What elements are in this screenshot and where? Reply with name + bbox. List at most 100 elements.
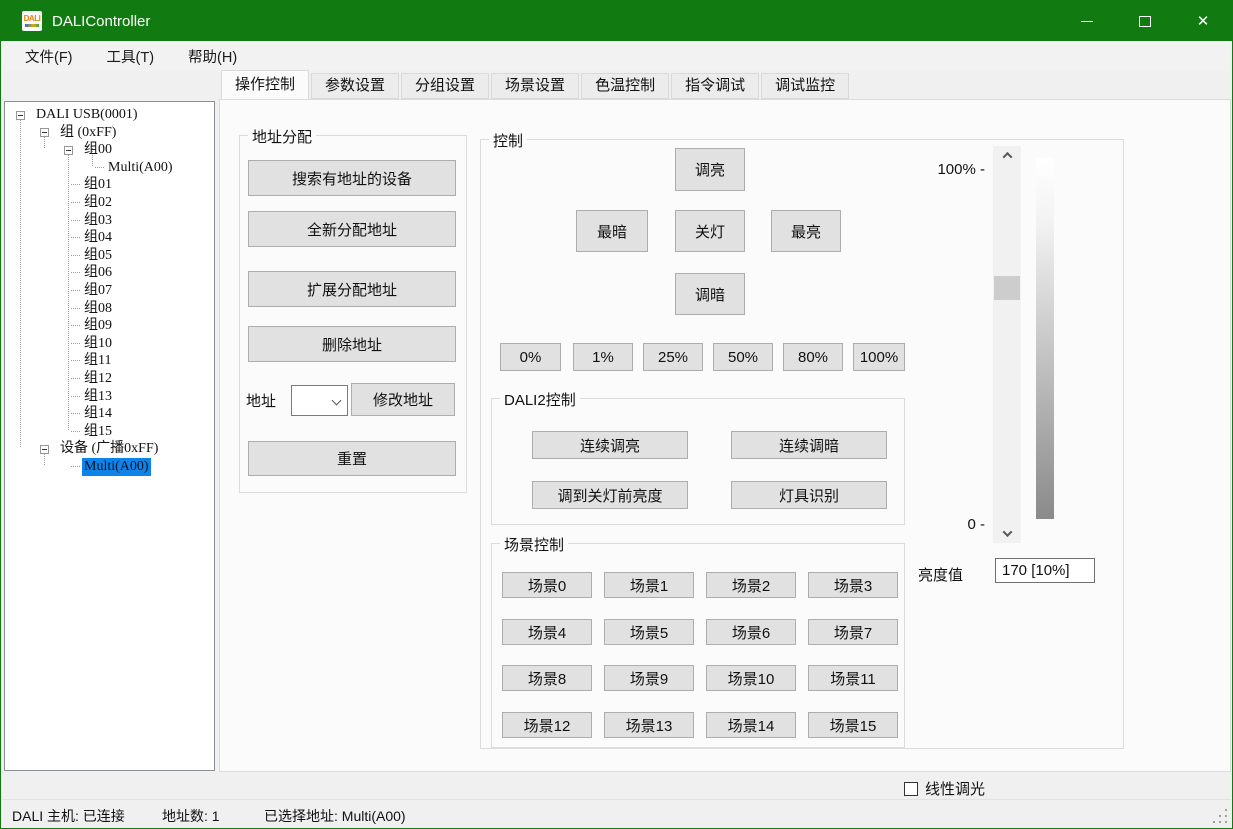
brighten-button[interactable]: 调亮 <box>675 148 745 191</box>
max-brightness-button[interactable]: 最亮 <box>771 210 841 252</box>
percent-button-25%[interactable]: 25% <box>643 343 703 371</box>
tree-expander-icon[interactable] <box>40 128 49 137</box>
tree-node[interactable]: 组 (0xFF) <box>5 124 214 142</box>
scene-button-0[interactable]: 场景0 <box>502 572 592 598</box>
maximize-icon <box>1139 16 1151 27</box>
address-combobox[interactable] <box>291 385 348 416</box>
tree-node-label: 组06 <box>82 264 114 282</box>
tree-node[interactable]: 设备 (广播0xFF) <box>5 440 214 458</box>
tree-node-label: 组13 <box>82 388 114 406</box>
menu-item-2[interactable]: 帮助(H) <box>171 41 254 72</box>
address-button-3[interactable]: 删除地址 <box>248 326 456 362</box>
tree-node-label: 组07 <box>82 282 114 300</box>
tab-3[interactable]: 场景设置 <box>491 73 579 99</box>
dali2-button-0[interactable]: 连续调亮 <box>532 431 688 459</box>
scrollbar-thumb[interactable] <box>994 276 1020 300</box>
dali2-button-3[interactable]: 灯具识别 <box>731 481 887 509</box>
tree-node[interactable]: 组11 <box>5 352 214 370</box>
address-button-2[interactable]: 扩展分配地址 <box>248 271 456 307</box>
tree-node[interactable]: 组15 <box>5 423 214 441</box>
tree-node[interactable]: 组12 <box>5 370 214 388</box>
linear-dimming-row: 线性调光 <box>904 778 985 799</box>
scene-button-6[interactable]: 场景6 <box>706 619 796 645</box>
lamp-off-button[interactable]: 关灯 <box>675 210 745 252</box>
scene-button-1[interactable]: 场景1 <box>604 572 694 598</box>
scene-button-7[interactable]: 场景7 <box>808 619 898 645</box>
tree-node[interactable]: 组02 <box>5 194 214 212</box>
tab-4[interactable]: 色温控制 <box>581 73 669 99</box>
tab-1[interactable]: 参数设置 <box>311 73 399 99</box>
status-selected-address: 已选择地址: Multi(A00) <box>264 806 406 826</box>
modify-address-button[interactable]: 修改地址 <box>351 383 455 416</box>
scene-button-12[interactable]: 场景12 <box>502 712 592 738</box>
app-window: DALI DALIController ✕ 文件(F)工具(T)帮助(H) DA… <box>0 0 1233 829</box>
tree-expander-icon[interactable] <box>40 445 49 454</box>
dali2-button-2[interactable]: 调到关灯前亮度 <box>532 481 688 509</box>
tree-node-label: 组11 <box>82 352 113 370</box>
tree-node[interactable]: Multi(A00) <box>5 458 214 476</box>
percent-button-1%[interactable]: 1% <box>573 343 633 371</box>
scene-button-3[interactable]: 场景3 <box>808 572 898 598</box>
brightness-scrollbar[interactable] <box>993 146 1021 543</box>
menu-item-1[interactable]: 工具(T) <box>90 41 172 72</box>
tab-6[interactable]: 调试监控 <box>761 73 849 99</box>
tree-node[interactable]: 组03 <box>5 212 214 230</box>
device-tree: DALI USB(0001)组 (0xFF)组00Multi(A00)组01组0… <box>5 102 214 770</box>
percent-button-0%[interactable]: 0% <box>500 343 561 371</box>
tree-expander-icon[interactable] <box>16 111 25 120</box>
scene-button-11[interactable]: 场景11 <box>808 665 898 691</box>
app-icon-bar <box>25 24 39 27</box>
tree-node[interactable]: 组01 <box>5 176 214 194</box>
scene-button-15[interactable]: 场景15 <box>808 712 898 738</box>
tree-node[interactable]: 组13 <box>5 388 214 406</box>
dali2-button-1[interactable]: 连续调暗 <box>731 431 887 459</box>
tree-dotted-stub <box>71 393 80 397</box>
scene-button-9[interactable]: 场景9 <box>604 665 694 691</box>
tree-node[interactable]: 组14 <box>5 405 214 423</box>
scene-button-4[interactable]: 场景4 <box>502 619 592 645</box>
address-button-0[interactable]: 搜索有地址的设备 <box>248 160 456 196</box>
tree-expander-icon[interactable] <box>64 146 73 155</box>
percent-button-100%[interactable]: 100% <box>853 343 905 371</box>
scene-button-5[interactable]: 场景5 <box>604 619 694 645</box>
tree-node-label: DALI USB(0001) <box>34 106 140 124</box>
tree-node[interactable]: 组00 <box>5 141 214 159</box>
address-group-title: 地址分配 <box>248 126 316 147</box>
tree-dotted-stub <box>71 428 80 432</box>
tree-node[interactable]: 组04 <box>5 229 214 247</box>
menu-item-0[interactable]: 文件(F) <box>8 41 90 72</box>
tree-node[interactable]: 组06 <box>5 264 214 282</box>
dim-button[interactable]: 调暗 <box>675 273 745 315</box>
reset-button[interactable]: 重置 <box>248 441 456 476</box>
tree-node[interactable]: 组10 <box>5 335 214 353</box>
tree-node-label: 设备 (广播0xFF) <box>58 440 160 458</box>
tree-node[interactable]: 组07 <box>5 282 214 300</box>
resize-grip[interactable] <box>1213 809 1227 823</box>
address-button-1[interactable]: 全新分配地址 <box>248 211 456 247</box>
control-group-title: 控制 <box>489 130 527 151</box>
tree-node[interactable]: DALI USB(0001) <box>5 106 214 124</box>
brightness-value-field[interactable]: 170 [10%] <box>995 558 1095 583</box>
minimize-button[interactable] <box>1058 1 1116 41</box>
scene-button-10[interactable]: 场景10 <box>706 665 796 691</box>
tree-node[interactable]: 组09 <box>5 317 214 335</box>
scroll-down-button[interactable] <box>993 524 1021 543</box>
tree-node[interactable]: 组05 <box>5 247 214 265</box>
linear-dimming-checkbox[interactable] <box>904 782 918 796</box>
tab-2[interactable]: 分组设置 <box>401 73 489 99</box>
tree-node-label: 组14 <box>82 405 114 423</box>
tree-node[interactable]: 组08 <box>5 300 214 318</box>
tab-0[interactable]: 操作控制 <box>221 70 309 99</box>
tree-node[interactable]: Multi(A00) <box>5 159 214 177</box>
min-brightness-button[interactable]: 最暗 <box>576 210 648 252</box>
percent-button-80%[interactable]: 80% <box>783 343 843 371</box>
percent-button-50%[interactable]: 50% <box>713 343 773 371</box>
scroll-up-button[interactable] <box>993 146 1021 165</box>
maximize-button[interactable] <box>1116 1 1174 41</box>
scene-button-2[interactable]: 场景2 <box>706 572 796 598</box>
scene-button-14[interactable]: 场景14 <box>706 712 796 738</box>
scene-button-8[interactable]: 场景8 <box>502 665 592 691</box>
close-button[interactable]: ✕ <box>1174 1 1232 41</box>
tab-5[interactable]: 指令调试 <box>671 73 759 99</box>
scene-button-13[interactable]: 场景13 <box>604 712 694 738</box>
